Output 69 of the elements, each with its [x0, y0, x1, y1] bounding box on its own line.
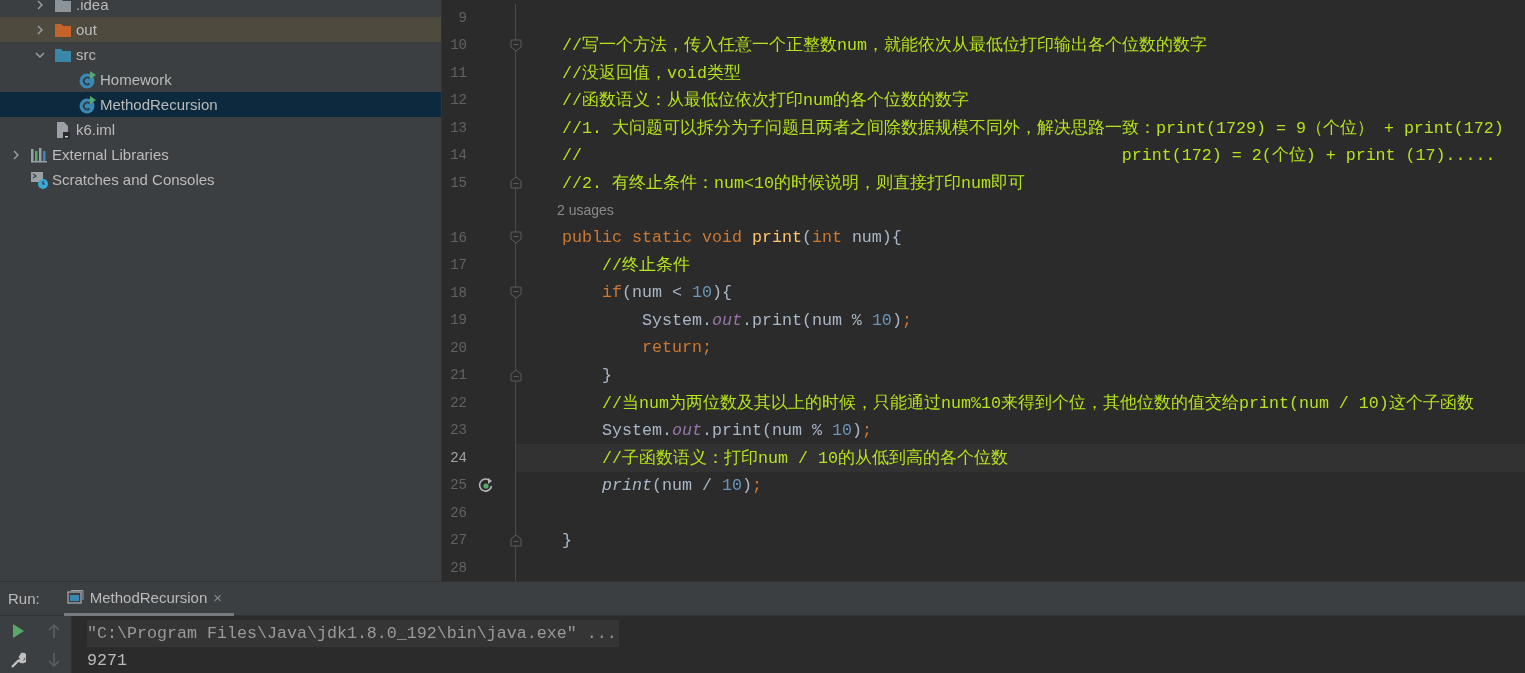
- line-number: 17: [449, 257, 467, 274]
- line-number: 19: [449, 312, 467, 329]
- tree-item[interactable]: src: [0, 42, 441, 67]
- fold-icon[interactable]: [510, 368, 522, 382]
- module-file-icon: [54, 120, 72, 139]
- code-line: //没返回值，void类型: [560, 62, 741, 84]
- line-number: 13: [449, 119, 467, 136]
- class-icon: [78, 95, 96, 114]
- code-line: }: [600, 365, 612, 385]
- line-number: 15: [449, 174, 467, 191]
- folder-icon: [54, 46, 72, 63]
- code-line: print(num / 10);: [600, 475, 762, 495]
- line-number: 24: [449, 449, 467, 466]
- code-line: //写一个方法，传入任意一个正整数num，就能依次从最低位打印输出各个位数的数字: [560, 34, 1207, 57]
- class-icon: [78, 70, 96, 89]
- tree-item[interactable]: External Libraries: [0, 142, 441, 167]
- code-line: }: [560, 530, 572, 550]
- usages-hint[interactable]: 2 usages: [516, 202, 614, 219]
- code-line: //函数语义：从最低位依次打印num的各个位数的数字: [560, 89, 969, 112]
- code-line: //1. 大问题可以拆分为子问题且两者之间除数据规模不同外，解决思路一致：print(1729) = 9（个位） + print(172): [560, 117, 1504, 139]
- code-line: System.out.print(num % 10);: [600, 420, 872, 440]
- wrench-icon[interactable]: [10, 651, 26, 668]
- line-number: 14: [449, 147, 467, 164]
- code-line: return;: [640, 338, 712, 358]
- scratches-icon: [30, 170, 48, 189]
- tree-item[interactable]: k6.iml: [0, 117, 441, 142]
- code-line: //当num为两位数及其以上的时候，只能通过num%10来得到个位，其他位数的值交给print(num / 10)这个子函数: [600, 392, 1474, 414]
- line-number: 21: [449, 367, 467, 384]
- code-line: //子函数语义：打印num / 10的从低到高的各个位数: [600, 447, 1008, 469]
- code-line: System.out.print(num % 10);: [640, 310, 912, 330]
- line-number: 23: [449, 422, 467, 439]
- code-line: // print(172) = 2(个位) + print (17).....: [560, 145, 1496, 167]
- recursive-call-icon: [478, 477, 494, 494]
- line-number: 22: [449, 394, 467, 411]
- code-line: //终止条件: [600, 255, 690, 277]
- close-tab-button[interactable]: ×: [213, 588, 222, 606]
- line-number: 12: [449, 92, 467, 109]
- tree-item[interactable]: Homework: [0, 67, 441, 92]
- console-window-icon: [65, 589, 84, 605]
- code-line: //2. 有终止条件：num<10的时候说明，则直接打印num即可: [560, 172, 1025, 194]
- tree-item[interactable]: .idea: [0, 0, 441, 17]
- line-number: 25: [449, 477, 467, 494]
- line-number: 28: [449, 559, 467, 576]
- libraries-icon: [30, 145, 48, 164]
- tab-label: MethodRecursion: [89, 588, 208, 606]
- tree-item[interactable]: Scratches and Consoles: [0, 167, 441, 192]
- fold-icon[interactable]: [510, 176, 522, 189]
- folder-icon: [54, 21, 72, 38]
- tree-item[interactable]: out: [0, 17, 441, 42]
- fold-icon[interactable]: [510, 286, 522, 299]
- code-line: if(num < 10){: [600, 283, 732, 303]
- line-number: 26: [449, 504, 467, 521]
- code-line: public static void print(int num){: [560, 228, 902, 248]
- command-line-text: "C:\Program Files\Java\jdk1.8.0_192\bin\java.exe" ...: [87, 620, 619, 647]
- fold-icon[interactable]: [510, 231, 522, 244]
- line-number: 27: [449, 532, 467, 549]
- line-number: 20: [449, 339, 467, 356]
- line-number: 10: [449, 37, 467, 54]
- line-number: 9: [457, 9, 467, 26]
- fold-icon[interactable]: [510, 533, 522, 547]
- run-icon[interactable]: [11, 622, 25, 639]
- folder-icon: [54, 0, 72, 13]
- tree-item[interactable]: MethodRecursion: [0, 92, 441, 117]
- panel-label: Run:: [8, 590, 40, 607]
- console-output: 9271: [87, 650, 128, 672]
- line-number: 18: [449, 284, 467, 301]
- line-number: 11: [449, 64, 467, 81]
- fold-icon[interactable]: [510, 38, 522, 52]
- line-number: 16: [449, 229, 467, 246]
